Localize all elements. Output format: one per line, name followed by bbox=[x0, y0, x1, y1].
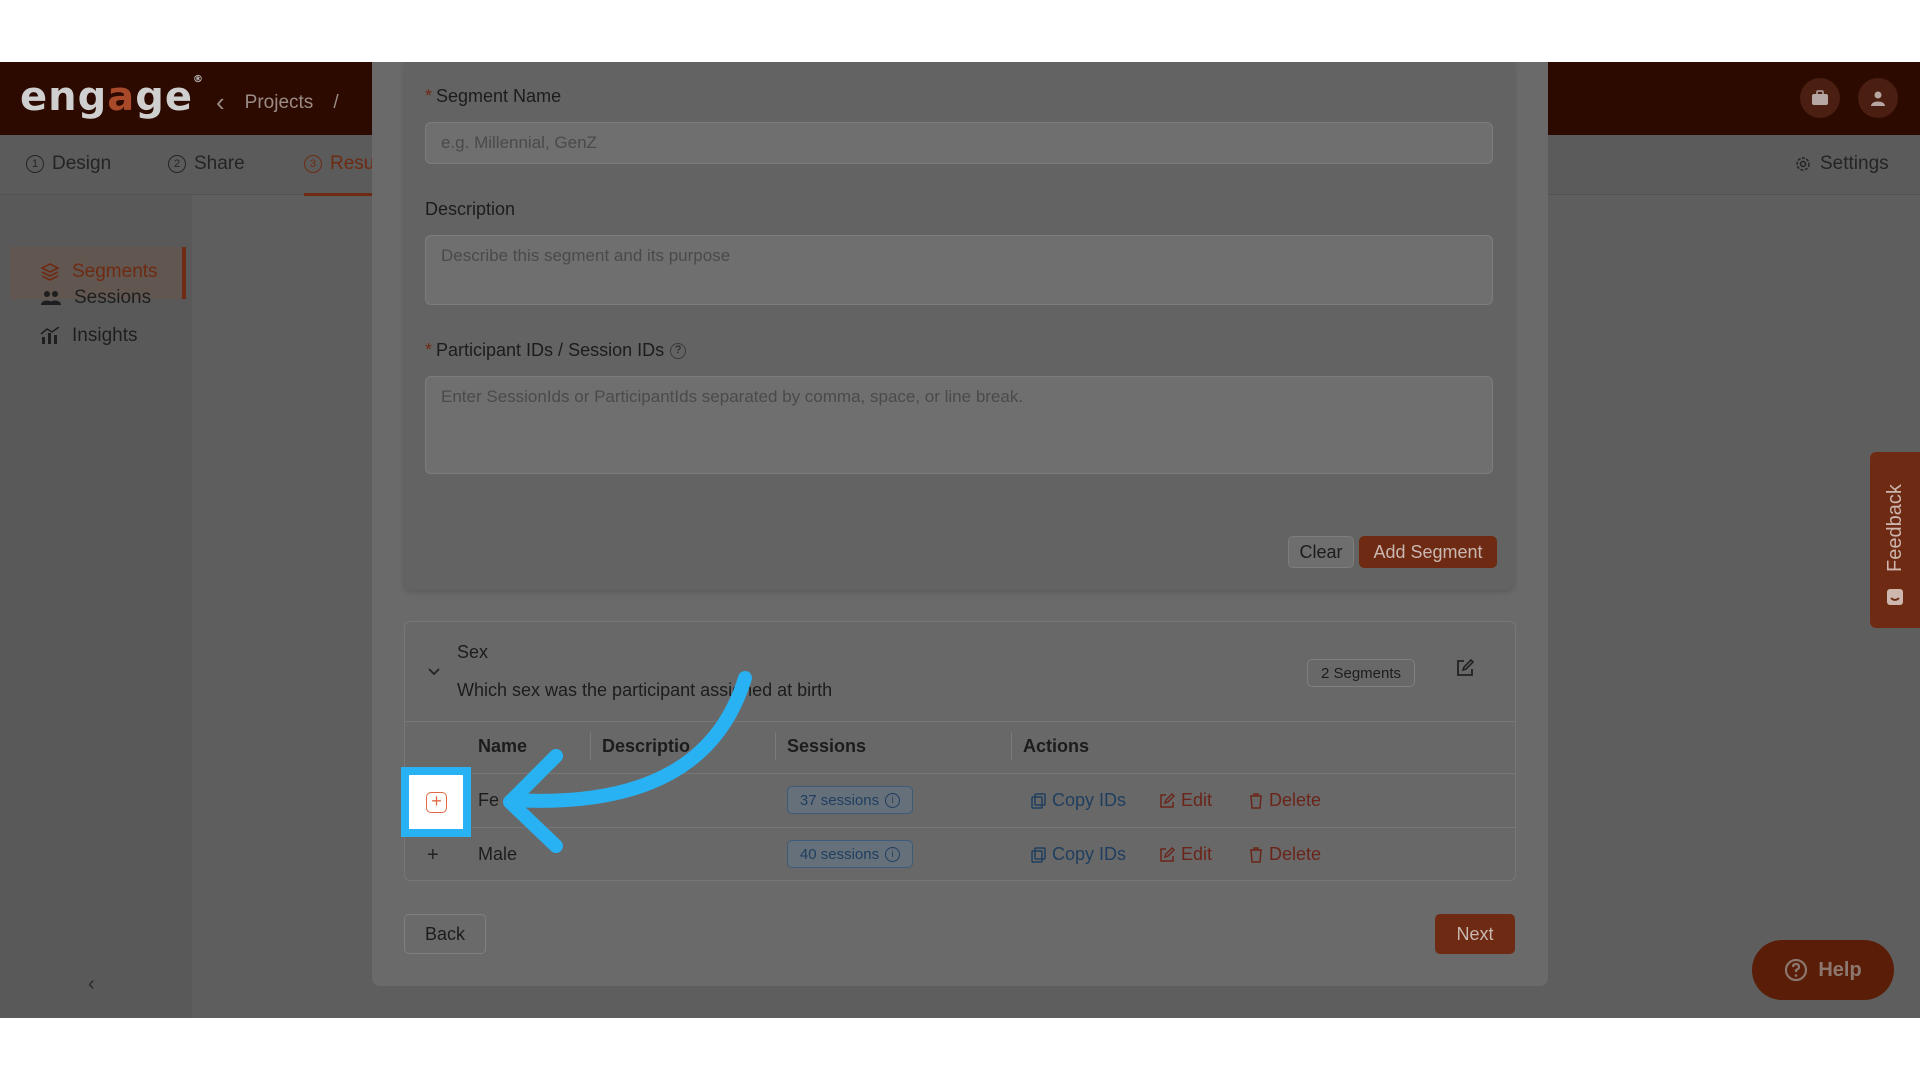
tutorial-arrow bbox=[503, 671, 752, 853]
